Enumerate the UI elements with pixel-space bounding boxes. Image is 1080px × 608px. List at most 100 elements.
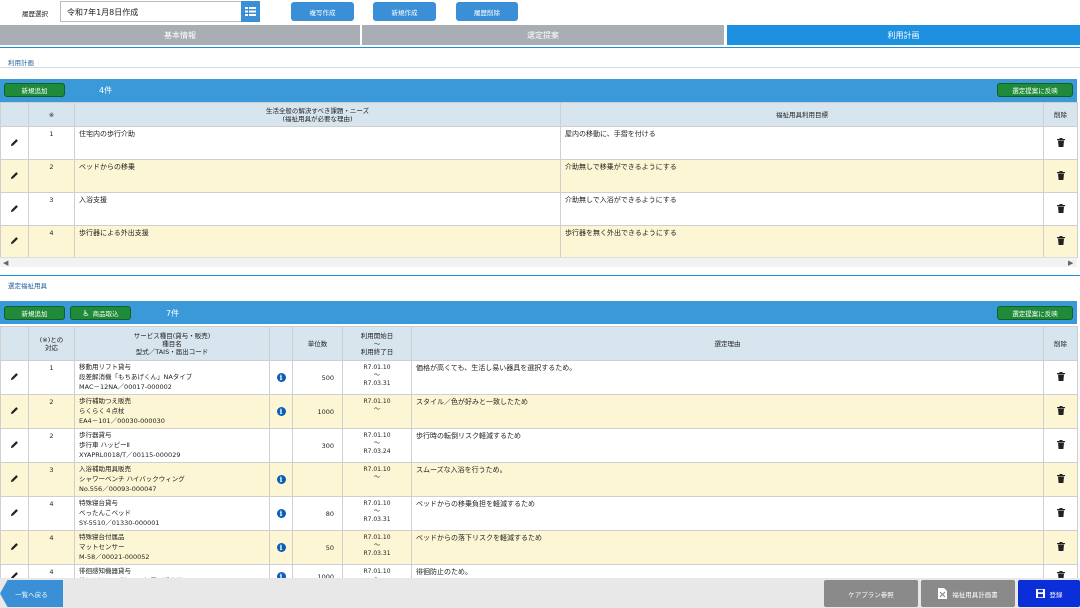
edit-button[interactable] — [0, 462, 29, 497]
history-select[interactable]: 令和7年1月8日作成 — [60, 1, 242, 22]
goal-header: 福祉用具利用目標 — [560, 102, 1044, 127]
trash-icon — [1056, 542, 1065, 551]
delete-history-button[interactable]: 履歴削除 — [456, 2, 518, 21]
welfare-plan-button[interactable]: 福祉用具計画書 — [921, 580, 1015, 607]
mark-header-label: (※)との — [39, 335, 64, 344]
equipment-add-button[interactable]: 新規追加 — [4, 306, 65, 320]
edit-button[interactable] — [0, 428, 29, 463]
pencil-icon — [10, 509, 18, 517]
info-icon[interactable]: i — [276, 475, 286, 484]
equipment-row-reason: ベッドからの移乗負担を軽減するため — [411, 496, 1044, 531]
plan-header-row: ※ 生活全般の解決すべき課題・ニーズ (福祉用具が必要な理由) 福祉用具利用目標 … — [0, 102, 1078, 127]
info-icon[interactable]: i — [276, 543, 286, 552]
edit-button[interactable] — [0, 530, 29, 565]
service-header: サービス種目(貸与・販売) 種目名 型式／TAIS・届出コード — [74, 326, 270, 361]
section-divider — [0, 275, 1080, 276]
equipment-row-service: 歩行器貸与 歩行車 ハッピーⅡ XYAPRL0018/T／00115-000029 — [74, 428, 270, 463]
plan-count: 4件 — [99, 86, 113, 95]
tab-bar: 基本情報 選定提案 利用計画 — [0, 25, 1080, 45]
import-products-button[interactable]: ♿ 商品取込 — [70, 306, 131, 320]
tab-basic-info[interactable]: 基本情報 — [0, 25, 360, 45]
service-type: 徘徊感知機器貸与 — [79, 567, 131, 575]
service-type: 歩行補助つえ販売 — [79, 397, 131, 405]
delete-button[interactable] — [1043, 192, 1078, 226]
equipment-row-period: R7.01.10 ～ R7.03.24 — [342, 428, 412, 463]
plan-section-divider — [0, 67, 1080, 68]
delete-button[interactable] — [1043, 225, 1078, 258]
info-cell: i — [269, 496, 293, 531]
info-icon[interactable]: i — [276, 373, 286, 382]
plan-add-button[interactable]: 新規追加 — [4, 83, 65, 97]
info-icon[interactable]: i — [276, 407, 286, 416]
table-row: 4 特殊寝台貸与 べったんこベッド SY-5510／01330-000001 i 80 R7… — [0, 496, 1078, 531]
delete-button[interactable] — [1043, 496, 1078, 531]
start-date: R7.01.10 — [363, 500, 391, 507]
pencil-icon — [10, 237, 18, 245]
table-row: 2 歩行器貸与 歩行車 ハッピーⅡ XYAPRL0018/T／00115-000029… — [0, 428, 1078, 463]
delete-header: 削除 — [1043, 326, 1078, 361]
plan-row-goal: 介助無しで移乗ができるようにする — [560, 159, 1044, 193]
edit-button[interactable] — [0, 192, 29, 226]
plan-row-no: 1 — [28, 126, 75, 160]
new-create-button[interactable]: 新規作成 — [373, 2, 436, 21]
item-code: No.556／00093-000047 — [79, 485, 157, 493]
register-button[interactable]: 登録 — [1018, 580, 1080, 607]
delete-header: 削除 — [1043, 102, 1078, 127]
equipment-count: 7件 — [166, 309, 180, 318]
pencil-icon — [10, 441, 18, 449]
item-code: M-58／00021-000052 — [79, 553, 150, 561]
start-date: R7.01.10 — [363, 534, 391, 541]
table-row: 2 ベッドからの移乗 介助無しで移乗ができるようにする — [0, 159, 1078, 193]
item-name: マットセンサー — [79, 543, 125, 551]
trash-icon — [1056, 508, 1065, 517]
edit-button[interactable] — [0, 496, 29, 531]
save-icon — [1035, 589, 1045, 598]
excel-file-icon — [938, 588, 948, 599]
delete-button[interactable] — [1043, 428, 1078, 463]
edit-button[interactable] — [0, 360, 29, 395]
table-row: 2 歩行補助つえ販売 らくらく４点杖 EA4－101／00030-000030 i 100… — [0, 394, 1078, 429]
back-to-list-button[interactable]: 一覧へ戻る — [0, 580, 63, 607]
equipment-row-no: 4 — [28, 530, 75, 565]
start-date: R7.01.10 — [363, 364, 391, 371]
info-icon[interactable]: i — [276, 509, 286, 518]
service-type: 特殊寝台貸与 — [79, 499, 118, 507]
edit-button[interactable] — [0, 126, 29, 160]
trash-icon — [1056, 474, 1065, 483]
end-date: R7.03.24 — [363, 448, 391, 455]
table-row: 1 住宅内の歩行介助 屋内の移動に、手摺を付ける — [0, 126, 1078, 160]
plan-horizontal-scrollbar[interactable]: ◀ ▶ — [0, 257, 1077, 267]
history-label: 履歴選択 — [22, 10, 48, 18]
delete-button[interactable] — [1043, 126, 1078, 160]
delete-button[interactable] — [1043, 360, 1078, 395]
equipment-row-units: 50 — [292, 530, 343, 565]
equipment-row-service: 歩行補助つえ販売 らくらく４点杖 EA4－101／00030-000030 — [74, 394, 270, 429]
item-name: シャワーベンチ ハイバックウィング — [79, 475, 185, 483]
scroll-right-icon[interactable]: ▶ — [1068, 259, 1073, 267]
equipment-row-no: 4 — [28, 496, 75, 531]
pencil-icon — [10, 204, 18, 212]
end-date: R7.03.31 — [363, 380, 391, 387]
tab-usage-plan[interactable]: 利用計画 — [727, 25, 1080, 45]
delete-button[interactable] — [1043, 462, 1078, 497]
plan-reflect-button[interactable]: 選定提案に反映 — [997, 83, 1073, 97]
careplan-reference-button[interactable]: ケアプラン参照 — [824, 580, 918, 607]
edit-header — [0, 326, 29, 361]
copy-create-button[interactable]: 複写作成 — [291, 2, 354, 21]
delete-button[interactable] — [1043, 159, 1078, 193]
item-name: らくらく４点杖 — [79, 407, 125, 415]
edit-button[interactable] — [0, 159, 29, 193]
equipment-reflect-button[interactable]: 選定提案に反映 — [997, 306, 1073, 320]
info-cell: i — [269, 462, 293, 497]
delete-button[interactable] — [1043, 394, 1078, 429]
edit-button[interactable] — [0, 394, 29, 429]
service-type: 移動用リフト貸与 — [79, 363, 131, 371]
reason-header: 選定理由 — [411, 326, 1044, 361]
tab-selection-proposal[interactable]: 選定提案 — [362, 25, 724, 45]
history-list-button[interactable] — [241, 1, 260, 22]
table-row: 3 入浴補助用具販売 シャワーベンチ ハイバックウィング No.556／00093-0… — [0, 462, 1078, 497]
scroll-left-icon[interactable]: ◀ — [3, 259, 8, 267]
delete-button[interactable] — [1043, 530, 1078, 565]
plan-row-goal: 介助無しで入浴ができるようにする — [560, 192, 1044, 226]
edit-button[interactable] — [0, 225, 29, 258]
